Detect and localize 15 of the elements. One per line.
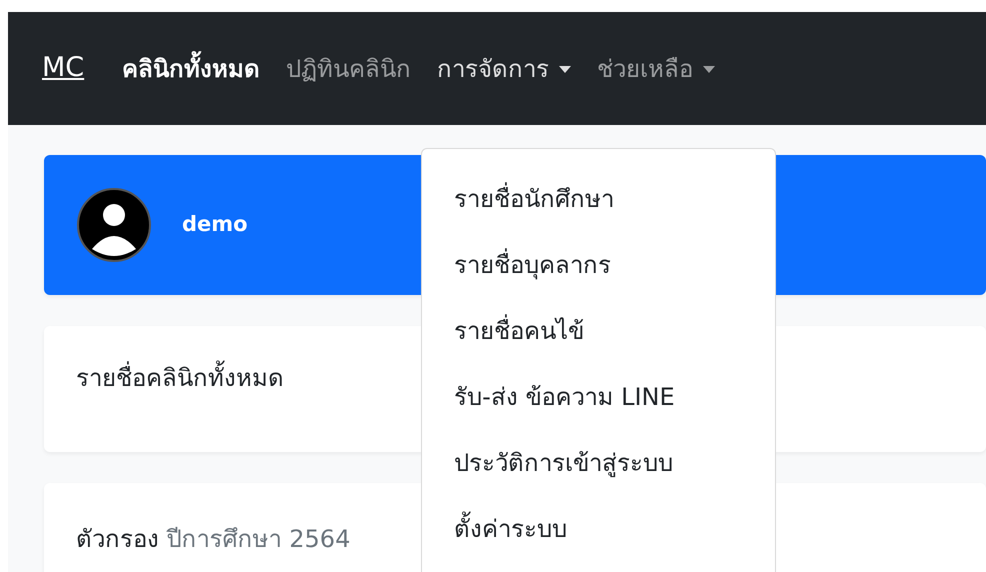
menu-item[interactable]: ประวัติการเข้าสู่ระบบ <box>422 430 706 496</box>
menu-item[interactable]: ตั้งค่าระบบ <box>422 496 600 562</box>
nav-link[interactable]: ปฏิทินคลินิก <box>278 44 420 92</box>
dropdown-toggle[interactable]: ช่วยเหลือ <box>589 44 724 92</box>
filter-label: ตัวกรอง <box>76 525 159 553</box>
dropdown-toggle[interactable]: การจัดการ <box>429 44 580 92</box>
nav-link[interactable]: คลินิกทั้งหมด <box>114 44 268 92</box>
avatar-icon <box>76 187 152 263</box>
menu-item[interactable]: รายชื่อนักศึกษา <box>422 166 646 232</box>
menu-item[interactable]: รายชื่อบุคลากร <box>422 232 644 298</box>
filter-value: ปีการศึกษา 2564 <box>166 525 350 553</box>
menu-item[interactable]: รับ-ส่ง ข้อความ LINE <box>422 364 707 430</box>
brand-link[interactable]: MC <box>42 48 84 89</box>
menu-item[interactable]: รายชื่อคนไข้ <box>422 298 616 364</box>
username: demo <box>182 211 248 238</box>
